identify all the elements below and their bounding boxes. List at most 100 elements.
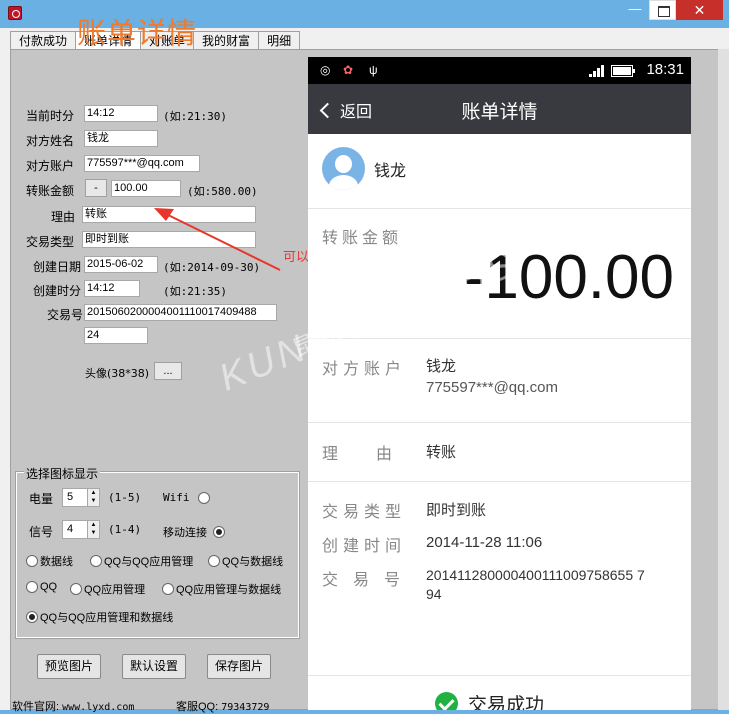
tab-wealth[interactable]: 我的财富: [193, 31, 260, 50]
option-label: 数据线: [40, 556, 73, 568]
option-radio-3[interactable]: QQ: [26, 581, 57, 593]
status-badge: 交易成功: [435, 690, 544, 710]
default-button[interactable]: 默认设置: [122, 654, 186, 679]
option-label: QQ与QQ应用管理和数据线: [40, 612, 174, 624]
created-value: 2014-11-28 11:06: [426, 534, 543, 551]
radio-icon: [26, 581, 38, 593]
account-label: 对方账户: [322, 361, 407, 378]
battery-value: 5: [67, 491, 74, 503]
phone-nav-bar: 返回 账单详情: [308, 84, 691, 134]
payee-name: 钱龙: [374, 163, 407, 180]
time-input[interactable]: 14:12: [84, 105, 158, 122]
footer-site-link[interactable]: www.lyxd.com: [62, 702, 134, 713]
reason-label: 理由: [51, 210, 76, 224]
name-input[interactable]: 钱龙: [84, 130, 158, 147]
footer-qq: 客服QQ: 79343729: [176, 698, 269, 714]
type-label: 交易类型: [322, 504, 407, 521]
radio-checked-icon: [213, 526, 225, 538]
battery-icon: [611, 65, 635, 77]
option-label: QQ与数据线: [222, 556, 284, 568]
txn-input[interactable]: 2015060200004001110017409488: [84, 304, 277, 321]
signal-label: 信号: [29, 525, 54, 539]
footer-site: 软件官网: www.lyxd.com: [12, 698, 134, 714]
spinner-arrows-icon[interactable]: ▲ ▼: [87, 489, 99, 506]
battery-label: 电量: [29, 492, 54, 506]
amount-label: 转账金额: [26, 184, 75, 198]
wifi-radio[interactable]: Wifi: [163, 491, 210, 504]
account-input[interactable]: 775597***@qq.com: [84, 155, 200, 172]
option-radio-4[interactable]: QQ应用管理: [70, 581, 145, 597]
ctime-hint: (如:21:35): [163, 285, 227, 298]
avatar-browse-button[interactable]: ...: [154, 362, 182, 380]
wifi-label: Wifi: [163, 491, 190, 504]
save-button[interactable]: 保存图片: [207, 654, 271, 679]
signal-value: 4: [67, 523, 74, 535]
mobile-radio[interactable]: 移动连接: [163, 524, 225, 540]
signal-range: (1-4): [108, 523, 142, 536]
scrollbar[interactable]: [718, 49, 729, 710]
maximize-button[interactable]: [649, 0, 676, 20]
battery-spinner[interactable]: 5 ▲ ▼: [62, 488, 100, 507]
amount-input[interactable]: 100.00: [111, 180, 181, 197]
radio-icon: [162, 583, 174, 595]
app-icon: [8, 6, 22, 20]
close-button[interactable]: ✕: [676, 0, 723, 20]
signal-spinner[interactable]: 4 ▲ ▼: [62, 520, 100, 539]
footer-qq-value: 79343729: [221, 702, 270, 713]
option-radio-5[interactable]: QQ应用管理与数据线: [162, 581, 281, 597]
avatar-label: 头像(38*38): [85, 367, 150, 380]
battery-range: (1-5): [108, 491, 142, 504]
radio-icon: [70, 583, 82, 595]
ctime-input[interactable]: 14:12: [84, 280, 140, 297]
amount-hint: (如:580.00): [187, 185, 258, 198]
option-label: QQ与QQ应用管理: [104, 556, 194, 568]
status-text: 交易成功: [468, 695, 545, 710]
tab-payment-success[interactable]: 付款成功: [10, 31, 77, 50]
account-name: 钱龙: [426, 358, 457, 375]
time-label: 当前时分: [26, 109, 75, 123]
time-hint: (如:21:30): [163, 110, 227, 123]
radio-icon: [26, 555, 38, 567]
option-label: QQ应用管理: [84, 584, 146, 596]
spinner-arrows-icon[interactable]: ▲ ▼: [87, 521, 99, 538]
radio-icon: [208, 555, 220, 567]
check-icon: [435, 692, 458, 710]
txn-input-2[interactable]: 24: [84, 327, 148, 344]
reason-label: 理由: [322, 446, 431, 463]
option-label: QQ应用管理与数据线: [176, 584, 282, 596]
annotation-arrow-icon: [154, 208, 281, 271]
txn-value: 201411280000400111009758655 7: [426, 567, 645, 583]
payee-row: 钱龙: [308, 134, 691, 209]
date-input[interactable]: 2015-06-02: [84, 256, 158, 273]
phone-status-bar: ◎ ✿ ψ 18:31: [308, 57, 691, 84]
radio-checked-icon: [26, 611, 38, 623]
txn-label: 交易号: [47, 308, 84, 322]
tab-details[interactable]: 明细: [258, 31, 301, 50]
footer-site-label: 软件官网:: [12, 701, 60, 713]
type-label: 交易类型: [26, 235, 75, 249]
phone-preview: ◎ ✿ ψ 18:31 返回 账单详情 钱龙 转账金额 -100.00 对方账户…: [308, 57, 691, 710]
option-label: QQ: [40, 581, 58, 593]
amount-sign-select[interactable]: -: [85, 179, 107, 197]
created-label: 创建时间: [322, 538, 407, 555]
preview-button[interactable]: 预览图片: [37, 654, 101, 679]
date-label: 创建日期: [33, 260, 82, 274]
app-manager-icon: ✿: [343, 63, 354, 77]
mobile-label: 移动连接: [163, 527, 207, 539]
minimize-button[interactable]: —: [622, 0, 648, 20]
option-radio-0[interactable]: 数据线: [26, 553, 73, 569]
signal-icon: [589, 65, 605, 77]
radio-icon: [90, 555, 102, 567]
option-radio-6[interactable]: QQ与QQ应用管理和数据线: [26, 609, 173, 625]
form-title: 账单详情: [77, 16, 198, 50]
account-email: 775597***@qq.com: [426, 379, 558, 396]
phone-clock: 18:31: [646, 61, 684, 78]
option-radio-2[interactable]: QQ与数据线: [208, 553, 283, 569]
icon-group-title: 选择图标显示: [24, 465, 101, 482]
txn-value-2: 94: [426, 586, 442, 602]
ctime-label: 创建时分: [33, 284, 82, 298]
qq-icon: ◎: [320, 63, 331, 77]
account-label: 对方账户: [26, 159, 75, 173]
name-label: 对方姓名: [26, 134, 75, 148]
option-radio-1[interactable]: QQ与QQ应用管理: [90, 553, 193, 569]
